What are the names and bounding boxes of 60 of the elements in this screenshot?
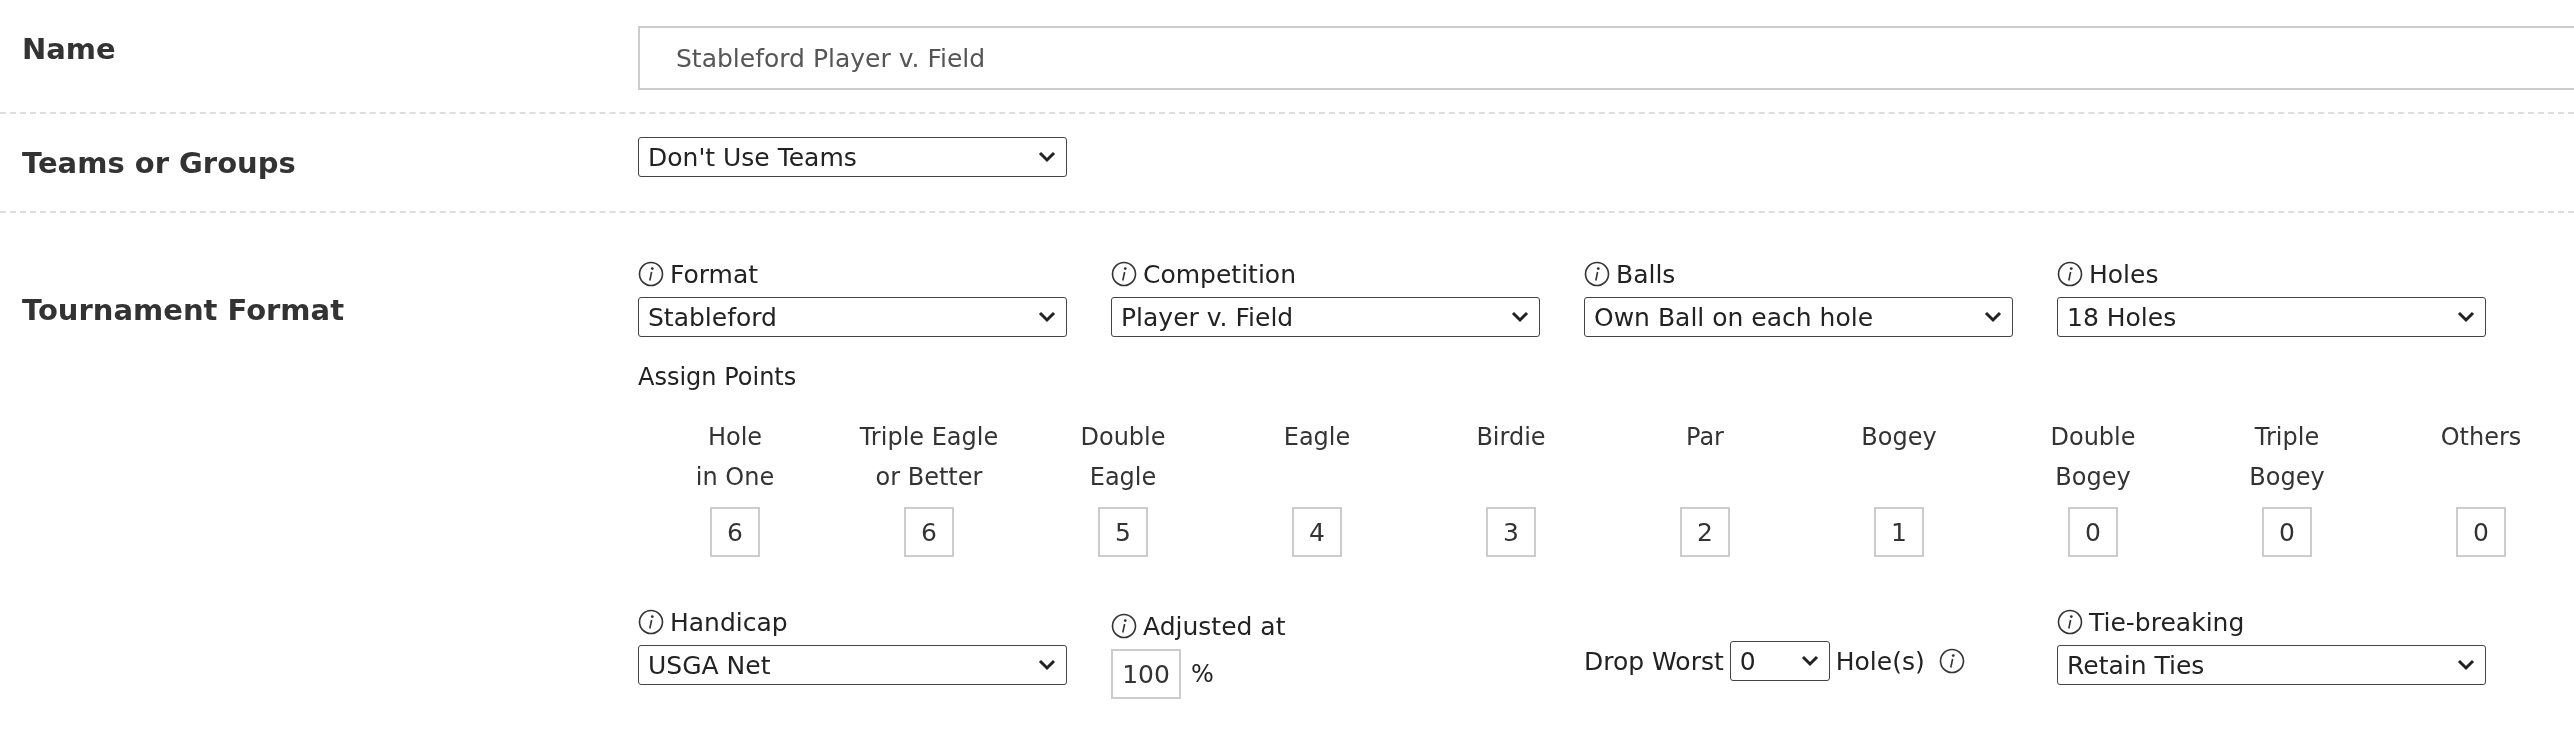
info-icon[interactable] bbox=[1111, 261, 1137, 287]
field-label: Holes bbox=[2089, 259, 2159, 289]
points-input-field[interactable]: 6 bbox=[710, 507, 760, 557]
name-input-field[interactable]: Stableford Player v. Field bbox=[638, 26, 2574, 90]
points-input-field[interactable]: 2 bbox=[1680, 507, 1730, 557]
info-icon[interactable] bbox=[638, 261, 664, 287]
dropdown[interactable]: Don't Use Teams bbox=[638, 137, 1067, 177]
unit-label: % bbox=[1191, 660, 1214, 688]
score-label: Eagle bbox=[1283, 422, 1351, 453]
chevron-down-icon bbox=[1800, 655, 1819, 667]
info-icon[interactable] bbox=[1584, 261, 1610, 287]
score-label: Double Bogey bbox=[2050, 422, 2136, 493]
points-input-field[interactable]: 1 bbox=[1874, 507, 1924, 557]
points-input-field[interactable]: 5 bbox=[1098, 507, 1148, 557]
percent-input-field[interactable]: 100 bbox=[1111, 649, 1181, 699]
points-input-field[interactable]: 6 bbox=[904, 507, 954, 557]
score-label: Others bbox=[2440, 422, 2522, 453]
points-input-field[interactable]: 0 bbox=[2068, 507, 2118, 557]
chevron-down-icon bbox=[1984, 311, 2002, 323]
dropdown[interactable]: Retain Ties bbox=[2057, 645, 2486, 685]
dropdown[interactable]: USGA Net bbox=[638, 645, 1067, 685]
chevron-down-icon bbox=[2457, 311, 2475, 323]
field-label: Tournament Format bbox=[22, 293, 345, 327]
score-label: Triple Bogey bbox=[2249, 422, 2325, 493]
unit-label: Hole(s) bbox=[1835, 646, 1925, 676]
chevron-down-icon bbox=[1511, 311, 1529, 323]
points-input-field[interactable]: 0 bbox=[2456, 507, 2506, 557]
field-label: Drop Worst bbox=[1584, 646, 1724, 676]
info-icon[interactable] bbox=[638, 609, 664, 635]
points-input-field[interactable]: 3 bbox=[1486, 507, 1536, 557]
section-label: Assign Points bbox=[638, 363, 798, 391]
points-input-field[interactable]: 0 bbox=[2262, 507, 2312, 557]
field-label: Balls bbox=[1616, 259, 1676, 289]
dropdown[interactable]: Own Ball on each hole bbox=[1584, 297, 2013, 337]
score-label: Hole in One bbox=[695, 422, 775, 493]
info-icon[interactable] bbox=[2057, 261, 2083, 287]
field-label: Adjusted at bbox=[1143, 611, 1286, 641]
field-label: Teams or Groups bbox=[22, 145, 296, 180]
field-label: Tie-breaking bbox=[2089, 607, 2245, 637]
score-label: Double Eagle bbox=[1080, 422, 1166, 493]
info-icon[interactable] bbox=[1111, 613, 1137, 639]
dropdown[interactable]: Stableford bbox=[638, 297, 1067, 337]
dropdown[interactable]: 0 bbox=[1729, 641, 1830, 681]
chevron-down-icon bbox=[1038, 659, 1056, 671]
field-label: Competition bbox=[1143, 259, 1296, 289]
info-icon[interactable] bbox=[2057, 609, 2083, 635]
points-input-field[interactable]: 4 bbox=[1292, 507, 1342, 557]
score-label: Bogey bbox=[1861, 422, 1937, 453]
field-label: Name bbox=[22, 32, 116, 66]
field-label: Format bbox=[670, 259, 759, 289]
chevron-down-icon bbox=[1038, 311, 1056, 323]
score-label: Par bbox=[1686, 422, 1724, 453]
dropdown[interactable]: Player v. Field bbox=[1111, 297, 1540, 337]
chevron-down-icon bbox=[1038, 151, 1056, 163]
score-label: Triple Eagle or Better bbox=[859, 422, 999, 493]
info-icon[interactable] bbox=[1938, 648, 1965, 674]
field-label: Handicap bbox=[670, 607, 788, 637]
chevron-down-icon bbox=[2457, 659, 2475, 671]
dropdown[interactable]: 18 Holes bbox=[2057, 297, 2486, 337]
score-label: Birdie bbox=[1476, 422, 1546, 453]
